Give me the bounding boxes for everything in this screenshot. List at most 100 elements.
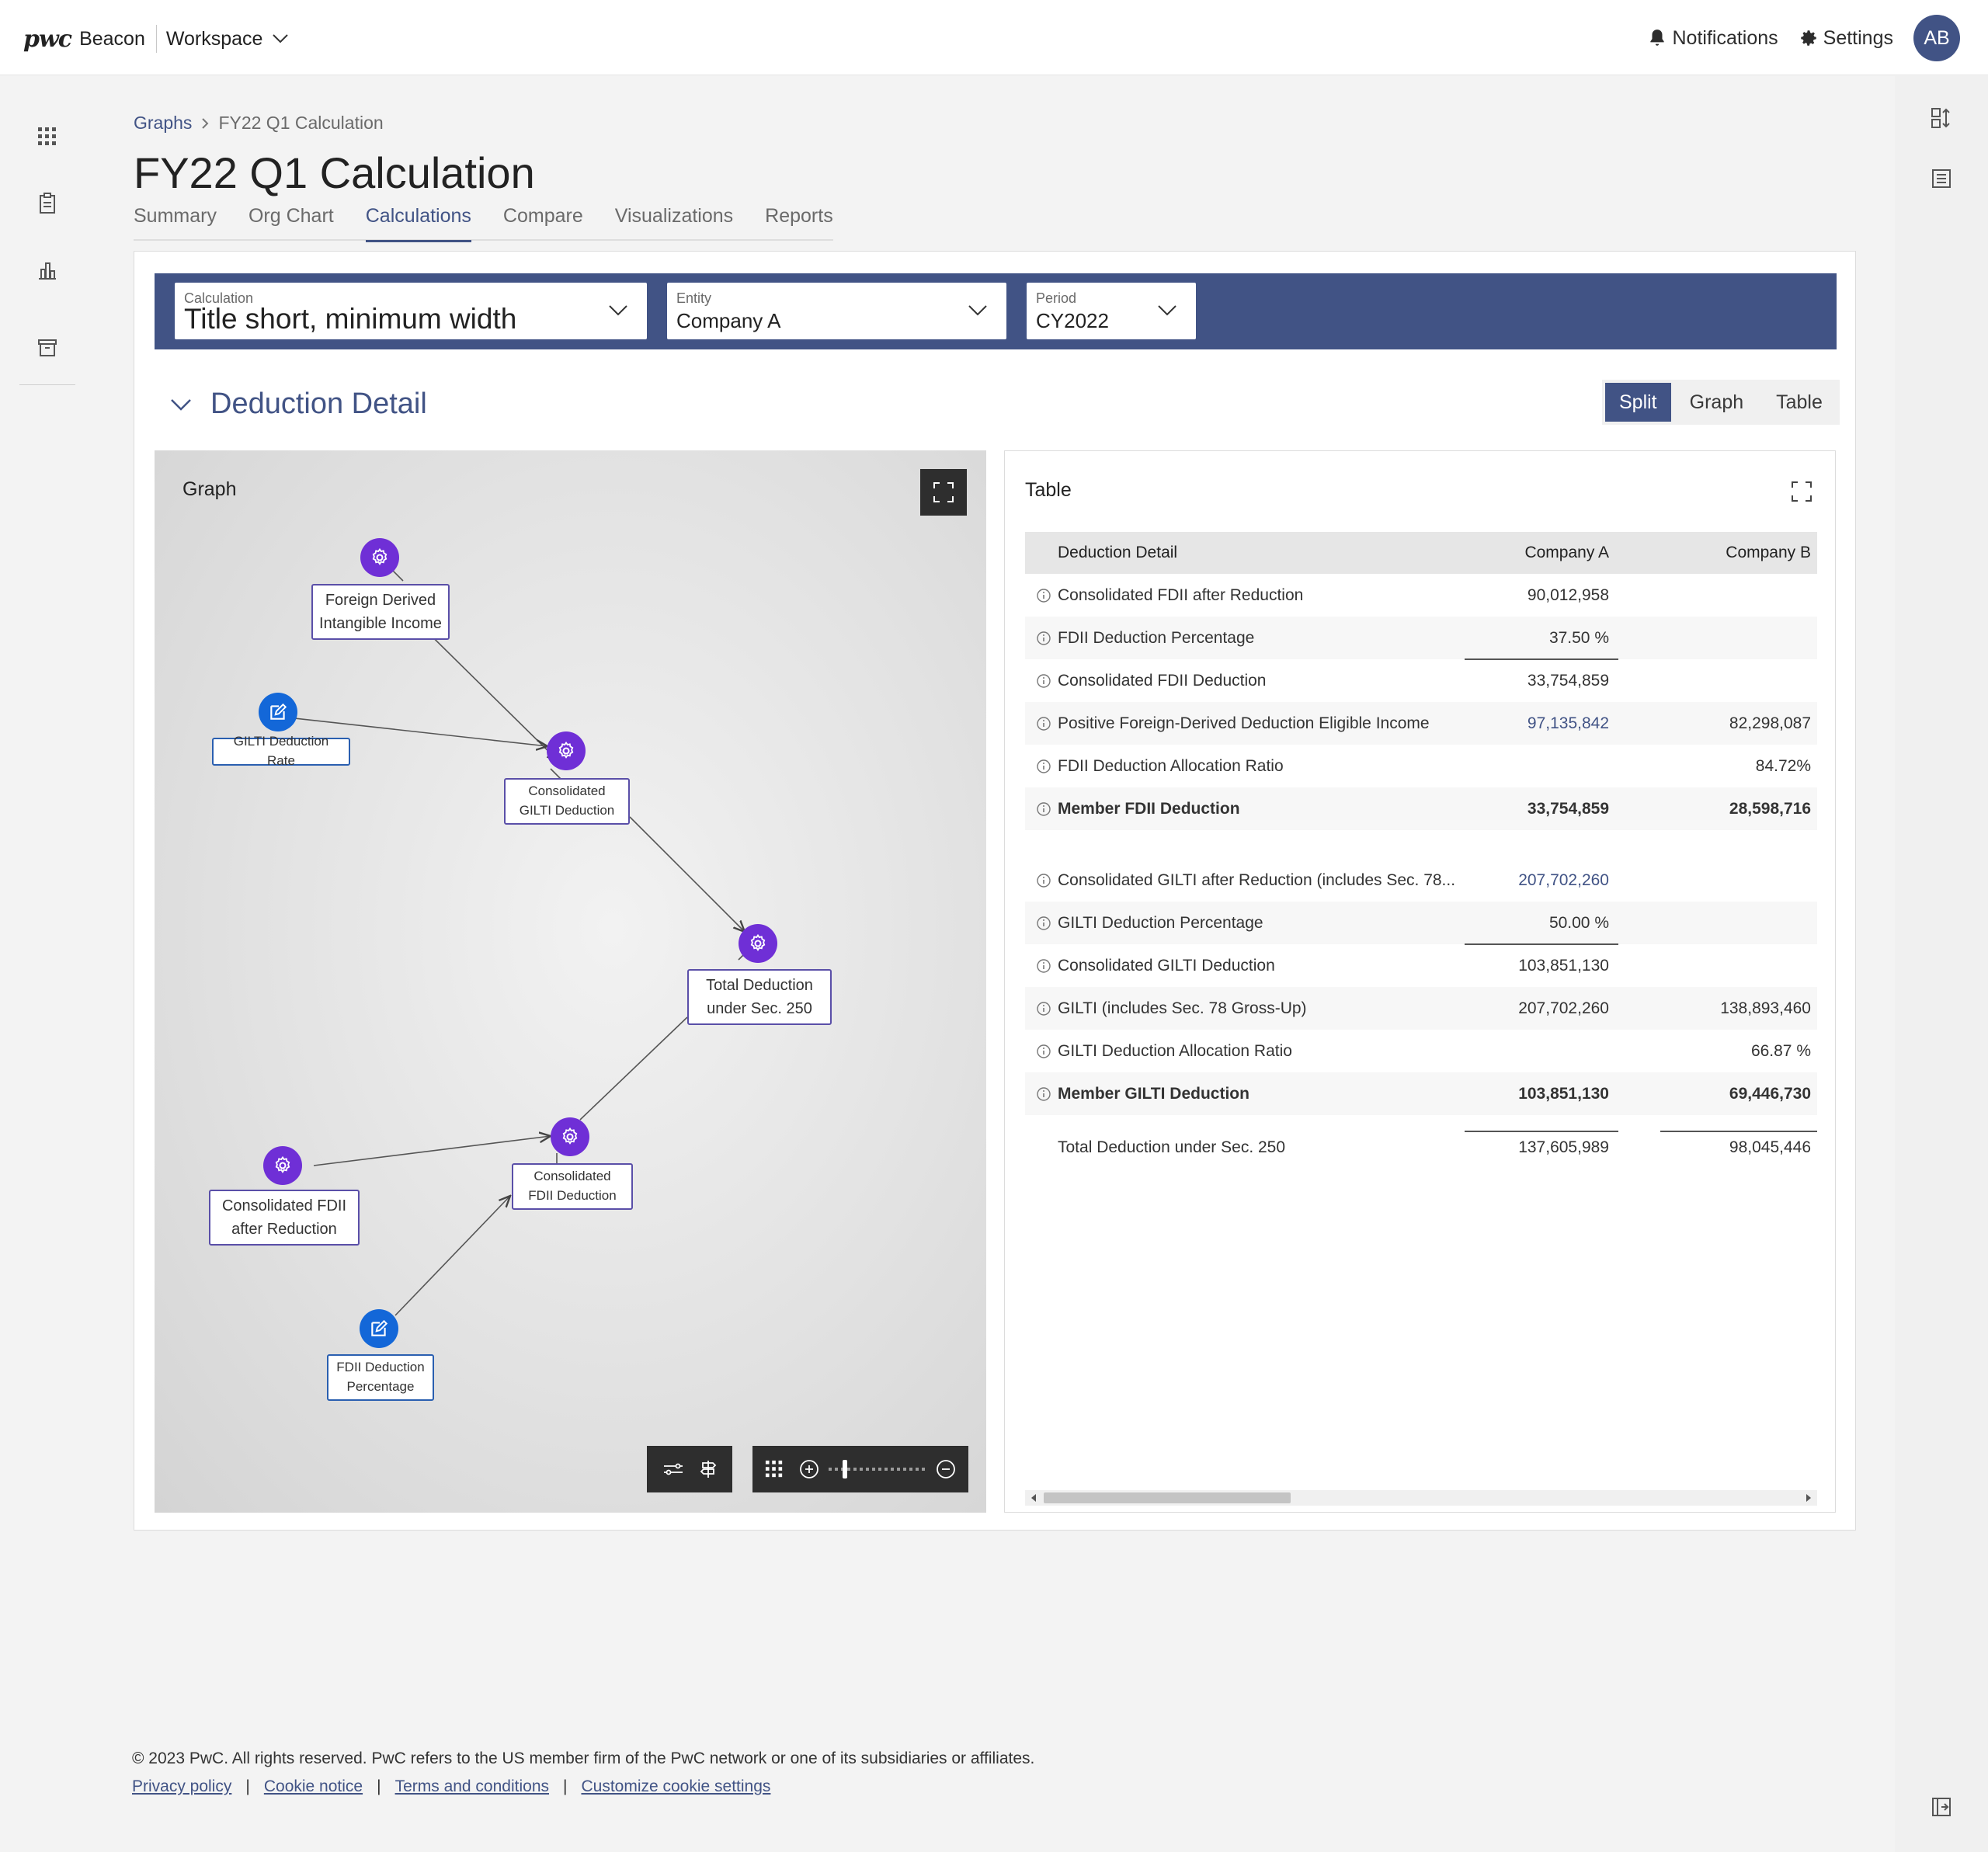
tab-visualizations[interactable]: Visualizations [615, 205, 733, 241]
table-row[interactable]: Consolidated GILTI Deduction 103,851,130 [1025, 944, 1817, 987]
info-icon[interactable] [1036, 1044, 1051, 1059]
row-company-a-value[interactable]: 97,135,842 [1460, 714, 1609, 733]
node-consolidated-fdii-deduction[interactable]: Consolidated FDII Deduction [512, 1163, 633, 1210]
chevron-down-icon[interactable] [170, 398, 192, 412]
table-row[interactable]: GILTI Deduction Allocation Ratio 66.87 % [1025, 1030, 1817, 1072]
calculation-node-icon[interactable] [739, 924, 777, 963]
node-gilti-rate[interactable]: GILTI Deduction Rate [212, 734, 350, 768]
calculation-node-icon[interactable] [551, 1117, 589, 1156]
info-icon[interactable] [1036, 716, 1051, 731]
row-company-a-value: 33,754,859 [1527, 799, 1609, 818]
workspace-menu[interactable]: Workspace [166, 28, 290, 50]
info-icon[interactable] [1036, 759, 1051, 774]
tab-org-chart[interactable]: Org Chart [248, 205, 334, 241]
filter-settings-icon[interactable] [662, 1460, 684, 1478]
entity-select[interactable]: Entity Company A [667, 283, 1006, 339]
info-icon[interactable] [1036, 1086, 1051, 1102]
calculation-node-icon[interactable] [263, 1146, 302, 1185]
row-company-a-value[interactable]: 207,702,260 [1460, 871, 1609, 890]
node-fdii-deduction-percentage[interactable]: FDII Deduction Percentage [327, 1354, 434, 1401]
node-total-deduction[interactable]: Total Deduction under Sec. 250 [687, 969, 832, 1025]
cookie-settings-link[interactable]: Customize cookie settings [581, 1777, 770, 1796]
gear-icon [562, 1127, 578, 1145]
info-icon[interactable] [1036, 916, 1051, 931]
settings-link[interactable]: Settings [1799, 27, 1893, 50]
tab-calculations[interactable]: Calculations [365, 205, 472, 242]
node-fdii-income[interactable]: Foreign Derived Intangible Income [311, 584, 450, 640]
table-row[interactable]: GILTI Deduction Percentage 50.00 % [1025, 902, 1817, 945]
tab-compare[interactable]: Compare [503, 205, 583, 241]
list-icon[interactable] [1931, 168, 1952, 189]
expand-icon[interactable] [1791, 481, 1812, 502]
chevron-right-icon [202, 117, 209, 129]
table-row[interactable]: Consolidated FDII Deduction 33,754,859 [1025, 659, 1817, 702]
table-row[interactable]: FDII Deduction Allocation Ratio 84.72% [1025, 745, 1817, 787]
graph-panel[interactable]: Graph Foreign Derived Intangible Income … [155, 450, 986, 1513]
layout-toggle-icon[interactable] [1931, 107, 1952, 129]
info-icon[interactable] [1036, 673, 1051, 689]
scrollbar-thumb[interactable] [1044, 1492, 1291, 1503]
scroll-right-arrow[interactable] [1806, 1494, 1811, 1502]
row-company-b-value: 84.72% [1755, 756, 1811, 775]
chevron-down-icon [1158, 305, 1176, 316]
calculation-node-icon[interactable] [547, 731, 586, 770]
footer: © 2023 PwC. All rights reserved. PwC ref… [132, 1749, 1034, 1796]
avatar[interactable]: AB [1913, 15, 1960, 61]
info-icon[interactable] [1036, 631, 1051, 646]
table-row[interactable]: Consolidated FDII after Reduction 90,012,… [1025, 574, 1817, 617]
brand[interactable]: pwc Beacon Workspace [23, 23, 289, 54]
calculation-select[interactable]: Calculation Title short, minimum width [175, 283, 647, 339]
left-rail [0, 76, 93, 1852]
clipboard-icon[interactable] [36, 193, 58, 214]
info-icon[interactable] [1036, 873, 1051, 888]
zoom-slider[interactable] [829, 1460, 925, 1478]
deduction-table: Deduction Detail Company A Company B Con… [1025, 532, 1817, 1173]
calculation-node-icon[interactable] [360, 538, 399, 577]
info-icon[interactable] [1036, 588, 1051, 603]
info-icon[interactable] [1036, 801, 1051, 817]
row-label: Consolidated FDII Deduction [1058, 671, 1267, 690]
collapse-panel-icon[interactable] [1931, 1796, 1952, 1818]
table-row[interactable]: FDII Deduction Percentage 37.50 % [1025, 617, 1817, 660]
table-row[interactable]: Member FDII Deduction 33,754,859 28,598,71… [1025, 787, 1817, 830]
table-header-row: Deduction Detail Company A Company B [1025, 532, 1817, 574]
privacy-policy-link[interactable]: Privacy policy [132, 1777, 231, 1796]
table-row[interactable]: GILTI (includes Sec. 78 Gross-Up) 207,702… [1025, 987, 1817, 1030]
tab-summary[interactable]: Summary [134, 205, 217, 241]
zoom-in-icon[interactable] [799, 1459, 819, 1479]
gear-icon [372, 547, 388, 565]
scroll-left-arrow[interactable] [1031, 1494, 1036, 1502]
column-header-company-a[interactable]: Company A [1460, 544, 1609, 562]
info-icon[interactable] [1036, 1001, 1051, 1016]
input-node-icon[interactable] [259, 693, 297, 731]
signpost-icon[interactable] [699, 1459, 718, 1479]
column-header-label[interactable]: Deduction Detail [1058, 544, 1477, 562]
info-icon[interactable] [1036, 958, 1051, 974]
bar-chart-icon[interactable] [36, 259, 58, 281]
breadcrumb-graphs-link[interactable]: Graphs [134, 113, 192, 134]
node-consolidated-fdii-after-reduction[interactable]: Consolidated FDII after Reduction [209, 1190, 360, 1246]
top-bar: pwc Beacon Workspace Notifications Setti… [0, 0, 1988, 75]
period-select[interactable]: Period CY2022 [1027, 283, 1196, 339]
node-consolidated-gilti-deduction[interactable]: Consolidated GILTI Deduction [504, 778, 630, 825]
grid-icon[interactable] [765, 1460, 784, 1478]
zoom-slider-thumb[interactable] [843, 1460, 847, 1478]
input-node-icon[interactable] [360, 1309, 398, 1348]
table-row[interactable]: Positive Foreign-Derived Deduction Eligi… [1025, 702, 1817, 745]
graph-toolbar-zoom [752, 1446, 968, 1492]
column-header-company-b[interactable]: Company B [1656, 544, 1811, 562]
view-graph-button[interactable]: Graph [1676, 383, 1757, 422]
notifications-link[interactable]: Notifications [1647, 27, 1778, 50]
terms-link[interactable]: Terms and conditions [395, 1777, 549, 1796]
view-table-button[interactable]: Table [1762, 383, 1837, 422]
table-row[interactable]: Member GILTI Deduction 103,851,130 69,446,… [1025, 1072, 1817, 1115]
view-split-button[interactable]: Split [1605, 383, 1671, 422]
cookie-notice-link[interactable]: Cookie notice [264, 1777, 363, 1796]
table-row[interactable]: Consolidated GILTI after Reduction (incl… [1025, 859, 1817, 902]
horizontal-scrollbar[interactable] [1025, 1490, 1817, 1506]
grid-icon[interactable] [36, 126, 58, 148]
tab-reports[interactable]: Reports [765, 205, 833, 241]
section-header[interactable]: Deduction Detail [170, 387, 427, 421]
archive-icon[interactable] [36, 337, 58, 359]
zoom-out-icon[interactable] [936, 1459, 956, 1479]
